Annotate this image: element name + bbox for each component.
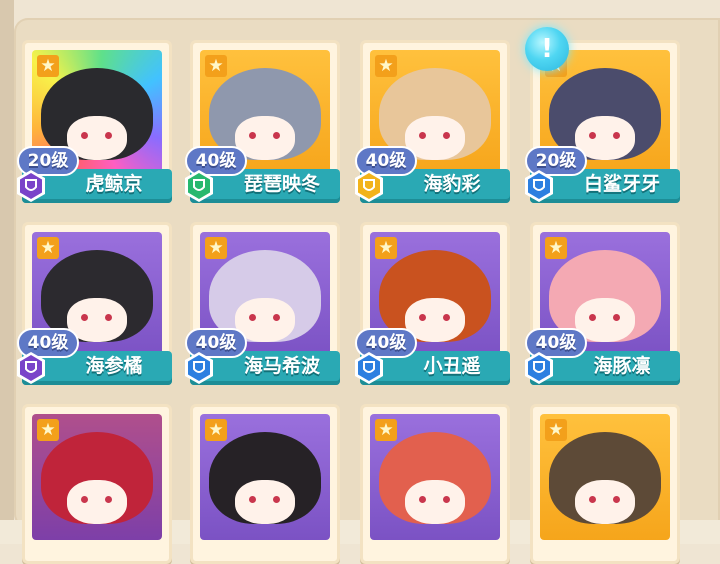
rank-shield-icon bbox=[17, 352, 45, 384]
eye bbox=[105, 132, 112, 139]
character-card[interactable] bbox=[190, 404, 340, 564]
character-portrait bbox=[32, 414, 162, 540]
character-name: 海豹彩 bbox=[423, 173, 481, 195]
character-name: 小丑遥 bbox=[423, 355, 481, 377]
rank-shield-icon bbox=[355, 170, 383, 202]
left-edge bbox=[0, 0, 14, 544]
eye bbox=[249, 132, 256, 139]
character-face bbox=[405, 480, 465, 524]
character-face bbox=[67, 480, 127, 524]
star-icon bbox=[205, 419, 227, 441]
character-name: 海马希波 bbox=[243, 355, 320, 377]
eye bbox=[443, 314, 450, 321]
rank-shield-icon bbox=[525, 352, 553, 384]
eye bbox=[613, 496, 620, 503]
eye bbox=[613, 314, 620, 321]
star-icon bbox=[375, 237, 397, 259]
eye bbox=[249, 314, 256, 321]
eye bbox=[249, 496, 256, 503]
eye bbox=[443, 132, 450, 139]
character-card[interactable]: 海参橘40级 bbox=[17, 222, 172, 385]
eye bbox=[105, 314, 112, 321]
eye bbox=[419, 132, 426, 139]
eye bbox=[273, 132, 280, 139]
eye bbox=[589, 132, 596, 139]
star-icon bbox=[375, 55, 397, 77]
rank-shield-icon bbox=[355, 352, 383, 384]
character-card[interactable]: 海豚凛40级 bbox=[525, 222, 680, 385]
eye bbox=[589, 314, 596, 321]
eye bbox=[81, 314, 88, 321]
eye bbox=[613, 132, 620, 139]
star-icon bbox=[545, 237, 567, 259]
character-card[interactable]: 小丑遥40级 bbox=[355, 222, 510, 385]
eye bbox=[589, 496, 596, 503]
character-card[interactable]: 海马希波40级 bbox=[185, 222, 340, 385]
eye bbox=[419, 496, 426, 503]
star-icon bbox=[205, 237, 227, 259]
eye bbox=[443, 496, 450, 503]
character-card[interactable]: 海豹彩40级 bbox=[355, 40, 510, 203]
star-icon bbox=[37, 237, 59, 259]
character-card[interactable] bbox=[22, 404, 172, 564]
eye bbox=[273, 496, 280, 503]
rank-shield-icon bbox=[525, 170, 553, 202]
character-name: 虎鲸京 bbox=[85, 173, 143, 195]
character-face bbox=[575, 480, 635, 524]
character-name: 海豚凛 bbox=[593, 355, 651, 377]
character-name: 海参橘 bbox=[85, 355, 143, 377]
character-card[interactable]: 虎鲸京20级 bbox=[17, 40, 172, 203]
character-face bbox=[235, 480, 295, 524]
star-icon bbox=[205, 55, 227, 77]
star-icon bbox=[37, 55, 59, 77]
eye bbox=[105, 496, 112, 503]
eye bbox=[419, 314, 426, 321]
eye bbox=[81, 496, 88, 503]
rank-shield-icon bbox=[185, 170, 213, 202]
star-icon bbox=[545, 419, 567, 441]
character-name: 白鲨牙牙 bbox=[583, 173, 660, 195]
character-card[interactable] bbox=[530, 404, 680, 564]
character-card[interactable] bbox=[360, 404, 510, 564]
eye bbox=[81, 132, 88, 139]
star-icon bbox=[37, 419, 59, 441]
exclamation-icon[interactable]: ! bbox=[525, 27, 569, 71]
character-portrait bbox=[540, 414, 670, 540]
star-icon bbox=[375, 419, 397, 441]
rank-shield-icon bbox=[185, 352, 213, 384]
eye bbox=[273, 314, 280, 321]
character-portrait bbox=[370, 414, 500, 540]
character-portrait bbox=[200, 414, 330, 540]
character-name: 琵琶映冬 bbox=[243, 173, 320, 195]
character-card[interactable]: 琵琶映冬40级 bbox=[185, 40, 340, 203]
rank-shield-icon bbox=[17, 170, 45, 202]
